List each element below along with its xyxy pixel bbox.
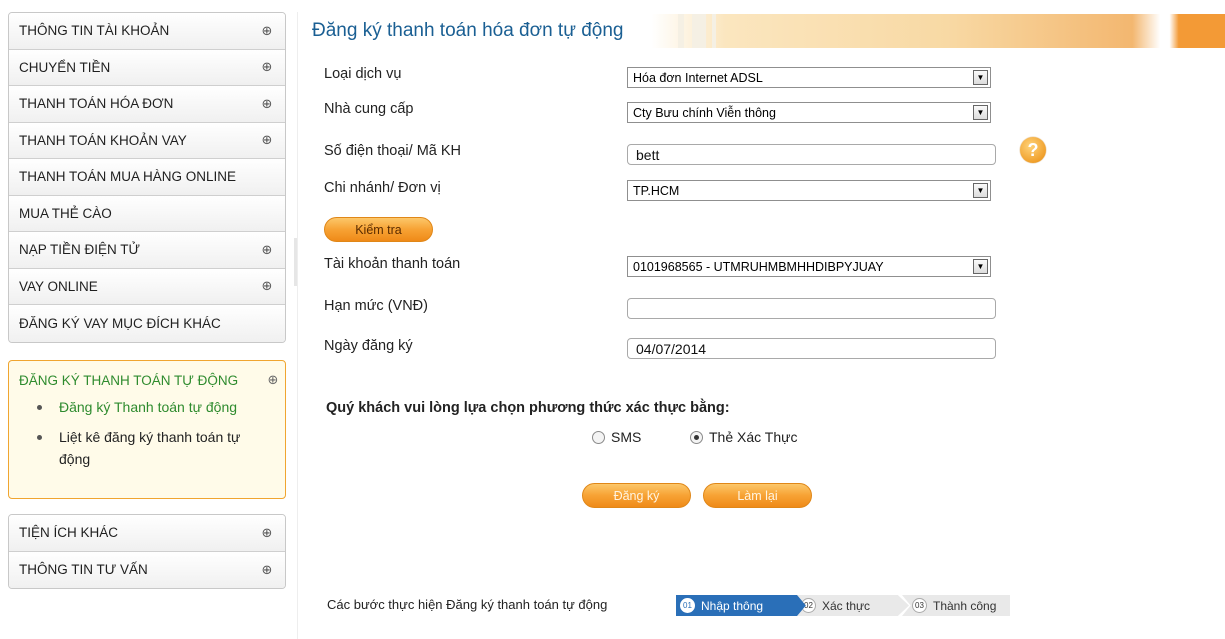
sidebar-item-label: THANH TOÁN MUA HÀNG ONLINE (19, 169, 237, 185)
sidebar-item-label: VAY ONLINE (19, 278, 98, 294)
sidebar-menu-extra: TIỆN ÍCH KHÁC ⊕ THÔNG TIN TƯ VẤN ⊕ (8, 514, 286, 589)
step-label: Xác thực (822, 598, 871, 613)
auth-option-sms[interactable]: SMS (592, 429, 641, 445)
step-label: Nhập thông (701, 598, 764, 613)
chevron-down-icon[interactable]: ▼ (973, 183, 988, 198)
step-2: 02 Xác thực (797, 595, 909, 616)
account-select[interactable]: 0101968565 - UTMRUHMBMHHDIBPYJUAY ▼ (627, 256, 991, 277)
account-label: Tài khoản thanh toán (324, 256, 461, 272)
sidebar-item-label: THANH TOÁN KHOẢN VAY (19, 132, 187, 148)
expand-plus-icon[interactable]: ⊕ (261, 96, 273, 112)
submenu-item-label: Liệt kê đăng ký thanh toán tự động (59, 429, 241, 467)
chevron-down-icon[interactable]: ▼ (973, 259, 988, 274)
expand-plus-icon[interactable]: ⊕ (261, 59, 273, 75)
sidebar-item-label: THÔNG TIN TƯ VẤN (19, 562, 148, 578)
phone-input[interactable]: bett (627, 144, 996, 165)
submenu-item-label: Đăng ký Thanh toán tự động (59, 399, 238, 415)
page-title-band: Đăng ký thanh toán hóa đơn tự động (300, 14, 1225, 48)
sidebar-item-transfer[interactable]: CHUYỂN TIỀN ⊕ (9, 49, 285, 86)
sidebar-item-e-topup[interactable]: NẠP TIỀN ĐIỆN TỬ ⊕ (9, 232, 285, 269)
reg-date-label: Ngày đăng ký (324, 338, 413, 354)
sidebar-item-label: CHUYỂN TIỀN (19, 59, 111, 75)
sidebar-item-label: ĐĂNG KÝ VAY MỤC ĐÍCH KHÁC (19, 315, 221, 331)
sidebar-item-consulting[interactable]: THÔNG TIN TƯ VẤN ⊕ (9, 551, 285, 588)
sidebar-item-online-shopping[interactable]: THANH TOÁN MUA HÀNG ONLINE (9, 159, 285, 196)
sidebar-item-utilities[interactable]: TIỆN ÍCH KHÁC ⊕ (9, 515, 285, 552)
sidebar-item-label: THANH TOÁN HÓA ĐƠN (19, 96, 174, 112)
radio-label: Thẻ Xác Thực (709, 429, 798, 445)
step-number: 01 (680, 598, 695, 613)
sidebar-item-loan-payment[interactable]: THANH TOÁN KHOẢN VAY ⊕ (9, 122, 285, 159)
decorative-stripe (692, 14, 706, 48)
sidebar-item-other-loan[interactable]: ĐĂNG KÝ VAY MỤC ĐÍCH KHÁC (9, 305, 285, 342)
decorative-stripe (678, 14, 684, 48)
content-divider (297, 12, 298, 639)
auth-option-card[interactable]: Thẻ Xác Thực (690, 429, 797, 445)
submenu-item-register-auto-payment[interactable]: Đăng ký Thanh toán tự động (31, 396, 275, 418)
sidebar-item-label: ĐĂNG KÝ THANH TOÁN TỰ ĐỘNG (19, 372, 239, 388)
reset-button[interactable]: Làm lại (703, 483, 812, 508)
bullet-icon (37, 405, 42, 410)
expand-plus-icon[interactable]: ⊕ (261, 562, 273, 578)
sidebar-item-account-info[interactable]: THÔNG TIN TÀI KHOẢN ⊕ (9, 13, 285, 50)
select-value: Hóa đơn Internet ADSL (633, 70, 763, 85)
reg-date-input[interactable]: 04/07/2014 (627, 338, 996, 359)
chevron-down-icon[interactable]: ▼ (973, 105, 988, 120)
sidebar-item-label: MUA THẺ CÀO (19, 205, 112, 221)
limit-label: Hạn mức (VNĐ) (324, 298, 428, 314)
auth-method-prompt: Quý khách vui lòng lựa chọn phương thức … (326, 400, 730, 416)
expand-plus-icon[interactable]: ⊕ (261, 132, 273, 148)
phone-label: Số điện thoại/ Mã KH (324, 143, 462, 159)
expand-plus-icon[interactable]: ⊕ (261, 278, 273, 294)
sidebar-item-label: TIỆN ÍCH KHÁC (19, 525, 119, 541)
expand-plus-icon[interactable]: ⊕ (261, 525, 273, 541)
select-value: 0101968565 - UTMRUHMBMHHDIBPYJUAY (633, 259, 884, 274)
submenu-item-list-auto-payment[interactable]: Liệt kê đăng ký thanh toán tự động (31, 426, 275, 470)
radio-label: SMS (611, 429, 642, 445)
sidebar-item-label: NẠP TIỀN ĐIỆN TỬ (19, 242, 141, 258)
expand-plus-icon[interactable]: ⊕ (267, 372, 279, 388)
bullet-icon (37, 435, 42, 440)
page-title: Đăng ký thanh toán hóa đơn tự động (312, 20, 624, 41)
chevron-down-icon[interactable]: ▼ (973, 70, 988, 85)
branch-label: Chi nhánh/ Đơn vị (324, 180, 441, 196)
sidebar-menu-main: THÔNG TIN TÀI KHOẢN ⊕ CHUYỂN TIỀN ⊕ THAN… (8, 12, 286, 343)
sidebar-item-label: THÔNG TIN TÀI KHOẢN (19, 23, 170, 39)
register-button[interactable]: Đăng ký (582, 483, 691, 508)
expand-plus-icon[interactable]: ⊕ (261, 23, 273, 39)
limit-input[interactable] (627, 298, 996, 319)
decorative-stripe (712, 14, 716, 48)
radio-checked-icon[interactable] (690, 430, 703, 444)
radio-unchecked-icon[interactable] (592, 430, 605, 444)
step-3: 03 Thành công (902, 595, 1010, 616)
select-value: TP.HCM (633, 183, 680, 198)
branch-select[interactable]: TP.HCM ▼ (627, 180, 991, 201)
check-button[interactable]: Kiểm tra (324, 217, 433, 242)
expand-plus-icon[interactable]: ⊕ (261, 242, 273, 258)
sidebar-item-buy-card[interactable]: MUA THẺ CÀO (9, 195, 285, 232)
select-value: Cty Bưu chính Viễn thông (633, 105, 776, 120)
provider-select[interactable]: Cty Bưu chính Viễn thông ▼ (627, 102, 991, 123)
sidebar-item-online-loan[interactable]: VAY ONLINE ⊕ (9, 268, 285, 305)
step-label: Thành công (933, 598, 997, 613)
step-1: 01 Nhập thông (676, 595, 816, 616)
sidebar-submenu: Đăng ký Thanh toán tự động Liệt kê đăng … (9, 388, 285, 470)
sidebar-item-bill-payment[interactable]: THANH TOÁN HÓA ĐƠN ⊕ (9, 86, 285, 123)
sidebar-item-auto-payment[interactable]: ĐĂNG KÝ THANH TOÁN TỰ ĐỘNG ⊕ (9, 361, 285, 388)
sidebar-active-group: ĐĂNG KÝ THANH TOÁN TỰ ĐỘNG ⊕ Đăng ký Tha… (8, 360, 286, 499)
service-type-select[interactable]: Hóa đơn Internet ADSL ▼ (627, 67, 991, 88)
provider-label: Nhà cung cấp (324, 101, 414, 117)
steps-label: Các bước thực hiện Đăng ký thanh toán tự… (327, 597, 608, 612)
service-type-label: Loại dịch vụ (324, 66, 402, 82)
help-icon[interactable]: ? (1020, 137, 1046, 163)
step-number: 03 (912, 598, 927, 613)
